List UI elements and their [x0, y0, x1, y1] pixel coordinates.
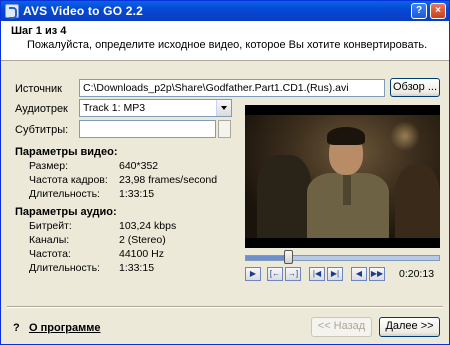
- seek-bar-fill: [246, 256, 288, 260]
- seek-bar[interactable]: [245, 255, 440, 261]
- step-forward-icon[interactable]: ▶▶: [369, 267, 385, 281]
- audio-channels-value: 2 (Stereo): [119, 234, 166, 246]
- seek-handle[interactable]: [284, 250, 293, 264]
- source-label: Источник: [15, 83, 62, 95]
- close-button[interactable]: ×: [430, 3, 446, 19]
- video-duration-value: 1:33:15: [119, 188, 155, 200]
- back-button[interactable]: << Назад: [311, 317, 372, 337]
- next-button[interactable]: Далее >>: [379, 317, 440, 337]
- video-preview: [245, 105, 440, 248]
- title-bar[interactable]: AVS Video to GO 2.2 ? ×: [1, 1, 449, 21]
- mark-out-icon[interactable]: →]: [285, 267, 301, 281]
- step-description: Пожалуйста, определите исходное видео, к…: [27, 39, 428, 51]
- audio-params-title: Параметры аудио:: [15, 206, 117, 218]
- mark-in-icon[interactable]: [←: [267, 267, 283, 281]
- step-back-icon[interactable]: ◀: [351, 267, 367, 281]
- audio-track-value: Track 1: MP3: [83, 102, 146, 114]
- step-title: Шаг 1 из 4: [11, 25, 67, 37]
- audio-channels-label: Каналы:: [29, 234, 70, 246]
- video-duration-label: Длительность:: [29, 188, 100, 200]
- audio-freq-label: Частота:: [29, 248, 71, 260]
- chevron-down-icon[interactable]: [216, 100, 231, 116]
- audio-bitrate-label: Битрейт:: [29, 220, 72, 232]
- question-icon: ?: [13, 322, 20, 334]
- source-path-field[interactable]: C:\Downloads_p2p\Share\Godfather.Part1.C…: [79, 79, 385, 97]
- current-time: 0:20:13: [399, 268, 435, 280]
- audio-track-label: Аудиотрек: [15, 103, 68, 115]
- wizard-header: Шаг 1 из 4 Пожалуйста, определите исходн…: [1, 21, 449, 61]
- window-title: AVS Video to GO 2.2: [23, 4, 144, 18]
- audio-duration-value: 1:33:15: [119, 262, 155, 274]
- video-fps-value: 23,98 frames/second: [119, 174, 218, 186]
- about-link[interactable]: О программе: [29, 322, 101, 334]
- subtitles-browse-button[interactable]: [218, 120, 231, 138]
- video-params-title: Параметры видео:: [15, 146, 118, 158]
- browse-button[interactable]: Обзор ...: [390, 78, 440, 97]
- app-window: AVS Video to GO 2.2 ? × Шаг 1 из 4 Пожал…: [0, 0, 450, 345]
- video-size-value: 640*352: [119, 160, 159, 172]
- subtitles-label: Субтитры:: [15, 124, 69, 136]
- prev-frame-icon[interactable]: |◀: [309, 267, 325, 281]
- footer-divider: [7, 306, 443, 308]
- video-fps-label: Частота кадров:: [29, 174, 108, 186]
- app-icon: [5, 4, 19, 19]
- subtitles-field[interactable]: [79, 120, 216, 138]
- audio-freq-value: 44100 Hz: [119, 248, 164, 260]
- video-size-label: Размер:: [29, 160, 69, 172]
- next-frame-icon[interactable]: ▶|: [327, 267, 343, 281]
- help-button[interactable]: ?: [411, 3, 427, 19]
- audio-duration-label: Длительность:: [29, 262, 100, 274]
- audio-track-select[interactable]: Track 1: MP3: [79, 99, 232, 117]
- audio-bitrate-value: 103,24 kbps: [119, 220, 177, 232]
- video-frame: [245, 115, 440, 238]
- play-icon[interactable]: ▶: [245, 267, 261, 281]
